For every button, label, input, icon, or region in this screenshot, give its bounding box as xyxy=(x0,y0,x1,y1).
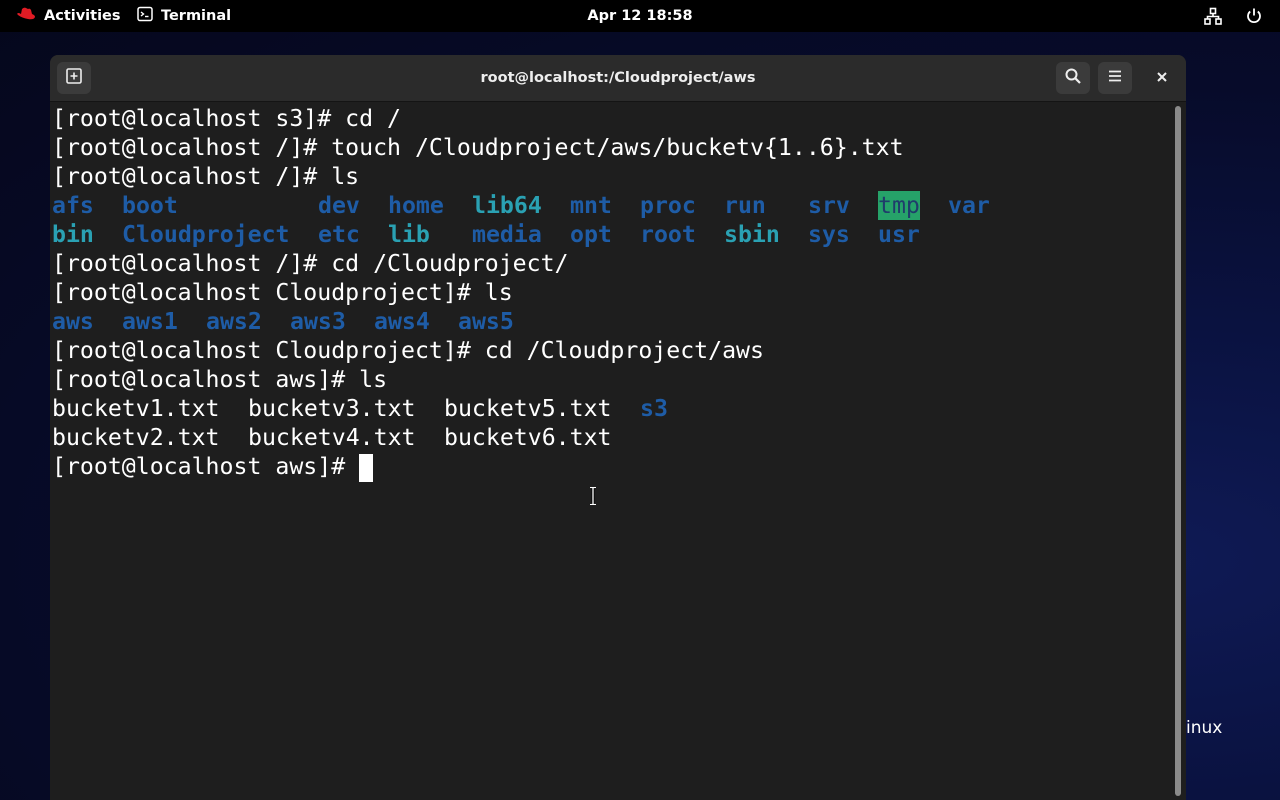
terminal-prompt-line: [root@localhost aws]# xyxy=(52,453,360,480)
ls-entry-dir: var xyxy=(948,192,990,219)
wallpaper-text: inux xyxy=(1186,718,1223,738)
redhat-icon xyxy=(16,7,36,25)
clock[interactable]: Apr 12 18:58 xyxy=(580,0,700,32)
terminal-icon xyxy=(137,6,153,26)
activities-button[interactable]: Activities xyxy=(16,0,121,32)
ls-entry-file: bucketv5.txt xyxy=(444,395,612,422)
ls-entry-symlink: sbin xyxy=(724,221,780,248)
terminal-line: [root@localhost /]# cd /Cloudproject/ xyxy=(52,250,569,277)
ls-entry-dir: usr xyxy=(878,221,920,248)
top-bar: Activities Terminal Apr 12 18:58 xyxy=(0,0,1280,32)
new-tab-icon xyxy=(65,67,83,89)
ls-entry-dir: opt xyxy=(570,221,612,248)
ls-entry-dir: media xyxy=(472,221,542,248)
search-icon xyxy=(1064,67,1082,89)
close-icon xyxy=(1155,69,1169,88)
ls-entry-file: bucketv1.txt xyxy=(52,395,220,422)
ls-entry-dir: mnt xyxy=(570,192,612,219)
ls-entry-dir: sys xyxy=(808,221,850,248)
terminal-window: root@localhost:/Cloudproject/aws [root@l… xyxy=(50,55,1186,800)
ls-entry-dir: afs xyxy=(52,192,94,219)
terminal-line: [root@localhost aws]# ls xyxy=(52,366,388,393)
ls-entry-symlink: lib xyxy=(388,221,430,248)
ls-entry-file: bucketv3.txt xyxy=(248,395,416,422)
new-tab-button[interactable] xyxy=(57,62,91,94)
header-bar: root@localhost:/Cloudproject/aws xyxy=(50,55,1186,102)
ls-entry-symlink: lib64 xyxy=(472,192,542,219)
close-button[interactable] xyxy=(1145,62,1179,94)
ls-root-row-2: bin Cloudproject etc lib media opt root … xyxy=(52,220,1052,249)
ls-entry-dir: s3 xyxy=(640,395,668,422)
terminal-line: [root@localhost s3]# cd / xyxy=(52,105,402,132)
activities-label: Activities xyxy=(44,8,121,24)
terminal-line: [root@localhost /]# touch /Cloudproject/… xyxy=(52,134,904,161)
desktop: Activities Terminal Apr 12 18:58 inux ro… xyxy=(0,0,1280,800)
ibeam-cursor-icon xyxy=(587,486,599,510)
terminal-line: [root@localhost Cloudproject]# ls xyxy=(52,279,513,306)
menu-button[interactable] xyxy=(1098,62,1132,94)
terminal-output[interactable]: [root@localhost s3]# cd / [root@localhos… xyxy=(52,102,1170,800)
window-title: root@localhost:/Cloudproject/aws xyxy=(480,70,756,86)
ls-entry-dir: proc xyxy=(640,192,696,219)
ls-entry-dir: boot xyxy=(122,192,178,219)
ls-entry-dir: srv xyxy=(808,192,850,219)
text-cursor xyxy=(359,454,373,482)
app-menu-terminal[interactable]: Terminal xyxy=(137,0,231,32)
ls-entry-dir: run xyxy=(724,192,766,219)
ls-entry-dir: aws1 xyxy=(122,308,178,335)
ls-entry-file: bucketv4.txt xyxy=(248,424,416,451)
ls-entry-symlink: bin xyxy=(52,221,94,248)
ls-entry-dir: root xyxy=(640,221,696,248)
hamburger-menu-icon xyxy=(1107,68,1123,88)
power-icon[interactable] xyxy=(1245,0,1263,32)
ls-root-row-1: afs boot dev home lib64 mnt proc run srv… xyxy=(52,191,1052,220)
ls-entry-dir: etc xyxy=(318,221,360,248)
ls-entry-dir: Cloudproject xyxy=(122,221,290,248)
ls-entry-file: bucketv6.txt xyxy=(444,424,612,451)
ls-entry-dir: dev xyxy=(318,192,360,219)
network-icon[interactable] xyxy=(1204,0,1222,32)
ls-entry-dir: aws4 xyxy=(374,308,430,335)
ls-cloudproject-row: aws aws1 aws2 aws3 aws4 aws5 xyxy=(52,307,652,336)
terminal-line: [root@localhost Cloudproject]# cd /Cloud… xyxy=(52,337,764,364)
ls-entry-dir: home xyxy=(388,192,444,219)
search-button[interactable] xyxy=(1056,62,1090,94)
ls-entry-sticky-dir: tmp xyxy=(878,191,920,220)
ls-entry-dir: aws xyxy=(52,308,94,335)
scrollbar-thumb[interactable] xyxy=(1175,106,1181,796)
ls-entry-dir: aws5 xyxy=(458,308,514,335)
ls-entry-dir: aws2 xyxy=(206,308,262,335)
terminal-line: [root@localhost /]# ls xyxy=(52,163,360,190)
ls-aws-row-1: bucketv1.txt bucketv3.txt bucketv5.txt s… xyxy=(52,394,752,423)
app-label: Terminal xyxy=(161,8,232,24)
ls-aws-row-2: bucketv2.txt bucketv4.txt bucketv6.txt xyxy=(52,423,752,452)
ls-entry-dir: aws3 xyxy=(290,308,346,335)
ls-entry-file: bucketv2.txt xyxy=(52,424,220,451)
scrollbar[interactable] xyxy=(1170,102,1186,800)
